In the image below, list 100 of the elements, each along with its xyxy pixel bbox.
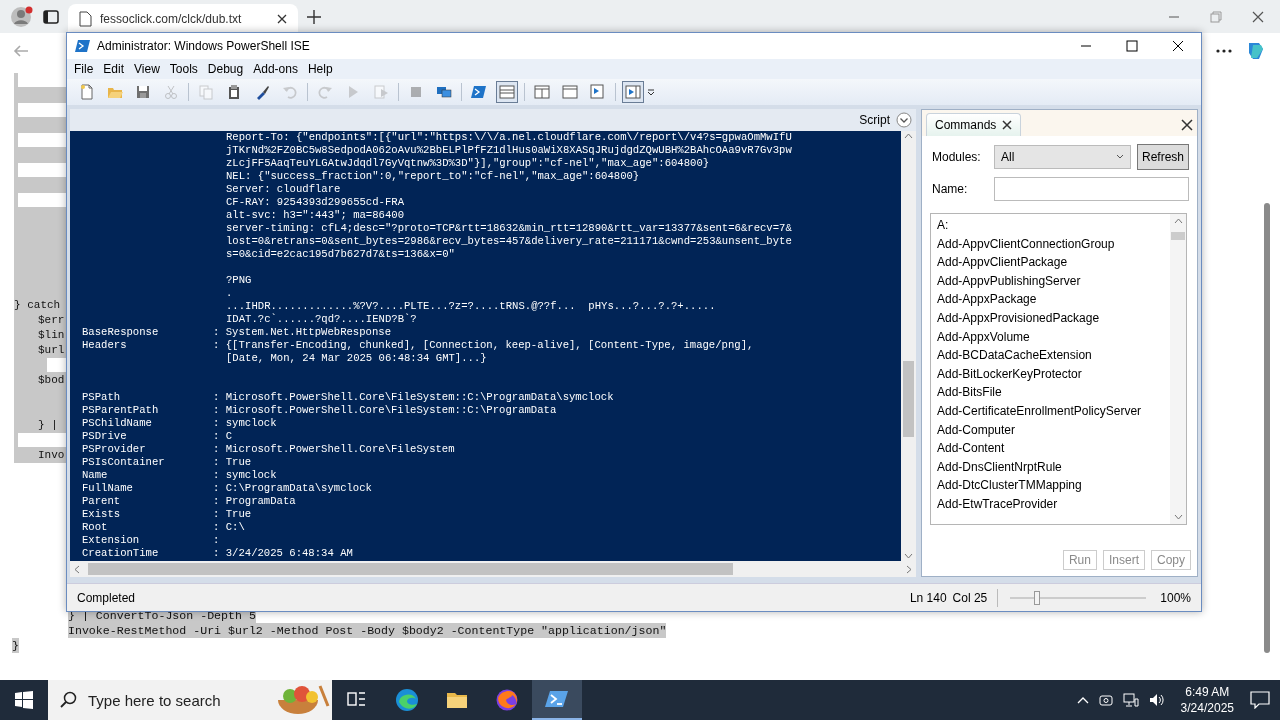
collapse-icon[interactable]: [896, 112, 912, 128]
menu-item[interactable]: Debug: [202, 62, 249, 76]
scrollbar[interactable]: [1170, 214, 1186, 524]
back-icon[interactable]: [12, 42, 30, 59]
search-field[interactable]: Type here to search: [48, 680, 332, 720]
command-item[interactable]: Add-AppvClientPackage: [937, 253, 1164, 272]
menu-item[interactable]: Tools: [164, 62, 203, 76]
scrollbar-thumb[interactable]: [903, 361, 914, 437]
property-name: FullName: [82, 482, 134, 495]
clock-time: 6:49 AM: [1185, 684, 1230, 700]
new-tab-icon[interactable]: [306, 8, 322, 25]
command-item[interactable]: Add-AppxProvisionedPackage: [937, 308, 1164, 328]
property-name: Exists: [82, 508, 122, 521]
command-item[interactable]: Add-CertificateEnrollmentPolicyServer: [937, 401, 1164, 421]
scroll-up-icon[interactable]: [1173, 218, 1183, 224]
output-line: ?PNG: [226, 274, 252, 287]
code-line: $url: [38, 343, 65, 358]
property-value: : C:\ProgramData\symclock: [213, 482, 372, 495]
command-item[interactable]: Add-Content: [937, 439, 1164, 458]
command-item[interactable]: Add-AppvPublishingServer: [937, 271, 1164, 291]
commands-tab[interactable]: Commands: [926, 113, 1022, 136]
profile-icon[interactable]: [10, 4, 34, 29]
command-item[interactable]: Add-EtwTraceProvider: [937, 494, 1164, 514]
overflow-icon[interactable]: [647, 88, 655, 96]
camera-icon[interactable]: [1098, 693, 1113, 707]
scrollbar[interactable]: [1264, 203, 1270, 653]
close-icon[interactable]: [1002, 120, 1013, 130]
volume-icon[interactable]: [1148, 693, 1165, 707]
menu-item[interactable]: Edit: [98, 62, 130, 76]
maximize-icon[interactable]: [1126, 40, 1138, 52]
command-item[interactable]: Add-BitLockerKeyProtector: [937, 364, 1164, 384]
run-selection-icon: [373, 84, 389, 100]
show-commands-button[interactable]: [622, 81, 644, 103]
scroll-up-icon[interactable]: [904, 133, 913, 139]
window-title: Administrator: Windows PowerShell ISE: [97, 39, 310, 53]
clock[interactable]: 6:49 AM 3/24/2025: [1180, 684, 1234, 716]
chevron-up-icon[interactable]: [1076, 696, 1089, 704]
network-icon[interactable]: [1122, 693, 1139, 707]
browser-tab[interactable]: fessoclick.com/clck/dub.txt: [68, 4, 298, 33]
property-name: PSIsContainer: [82, 456, 166, 469]
show-commands-icon: [625, 84, 641, 100]
menu-item[interactable]: Help: [302, 62, 338, 76]
column-number: Col 25: [952, 590, 988, 605]
output-line: Server: cloudflare: [226, 183, 341, 196]
more-icon[interactable]: [1216, 48, 1232, 53]
menu-item[interactable]: File: [69, 62, 99, 76]
scrollbar-thumb[interactable]: [88, 563, 733, 575]
notification-icon[interactable]: [1250, 691, 1270, 709]
save-icon: [135, 84, 151, 100]
output-line: zLcjFF5AaqTeuYLGAtwJdqdl7GyVqtnw%3D%3D"}],"group":"cf-nel","max_age":604800}: [226, 157, 710, 170]
property-value: : C:\: [213, 521, 245, 534]
property-value: : {[Transfer-Encoding, chunked], [Connection, keep-alive], [Content-Type, image/png],: [213, 339, 754, 352]
output-line: .: [226, 287, 233, 300]
property-value: :: [213, 534, 220, 547]
scroll-down-icon[interactable]: [1173, 514, 1183, 520]
command-item[interactable]: Add-AppxVolume: [937, 327, 1164, 347]
menu-item[interactable]: View: [129, 62, 165, 76]
scrollbar[interactable]: [901, 131, 916, 561]
close-icon[interactable]: [1172, 40, 1184, 52]
command-item[interactable]: Add-BCDataCacheExtension: [937, 346, 1164, 365]
close-icon[interactable]: [1252, 10, 1264, 23]
slider-thumb[interactable]: [1034, 590, 1041, 605]
command-item[interactable]: Add-AppxPackage: [937, 290, 1164, 309]
command-item[interactable]: Add-BitsFile: [937, 383, 1164, 402]
command-item[interactable]: Add-AppvClientConnectionGroup: [937, 234, 1164, 254]
menu-item[interactable]: Add-ons: [248, 62, 303, 76]
scroll-left-icon[interactable]: [74, 564, 80, 574]
property-value: : symclock: [213, 469, 277, 482]
field-label: Name:: [932, 182, 969, 196]
refresh-button[interactable]: Refresh: [1136, 144, 1189, 170]
firefox-icon: [495, 688, 519, 712]
copy-icon: [198, 84, 214, 100]
name-field[interactable]: [994, 177, 1189, 201]
command-item[interactable]: Add-DnsClientNrptRule: [937, 457, 1164, 477]
scrollbar-thumb[interactable]: [1171, 232, 1185, 240]
layout-max-icon: [562, 84, 578, 100]
command-item[interactable]: Add-DtcClusterTMMapping: [937, 476, 1164, 495]
console-pane[interactable]: [70, 131, 901, 561]
command-item[interactable]: Add-Computer: [937, 420, 1164, 440]
layout-top-button[interactable]: [496, 81, 518, 103]
windows-start-icon[interactable]: [15, 691, 33, 709]
scroll-right-icon[interactable]: [906, 564, 912, 574]
scrollbar[interactable]: [70, 561, 916, 577]
property-name: Name: [82, 469, 109, 482]
modules-dropdown[interactable]: All: [994, 145, 1131, 169]
property-name: Parent: [82, 495, 122, 508]
property-value: : True: [213, 508, 252, 521]
pane-label: Script: [859, 113, 890, 127]
layout-right-icon: [534, 84, 550, 100]
property-value: : System.Net.HttpWebResponse: [213, 326, 391, 339]
scroll-down-icon[interactable]: [904, 553, 913, 559]
close-icon[interactable]: [1181, 119, 1193, 131]
command-item[interactable]: A:: [937, 216, 1164, 235]
taskbar-app[interactable]: [532, 680, 582, 720]
status-text: Completed: [77, 590, 136, 605]
output-line: lost=0&retrans=0&sent_bytes=2986&recv_bytes=457&delivery_rate=211171&cwnd=253&unsent_byte: [226, 235, 792, 248]
property-value: : Microsoft.PowerShell.Core\FileSystem: [213, 443, 455, 456]
output-line: [Date, Mon, 24 Mar 2025 06:48:34 GMT]...}: [226, 352, 487, 365]
close-icon[interactable]: [276, 12, 288, 25]
tab-actions-icon[interactable]: [42, 7, 60, 26]
